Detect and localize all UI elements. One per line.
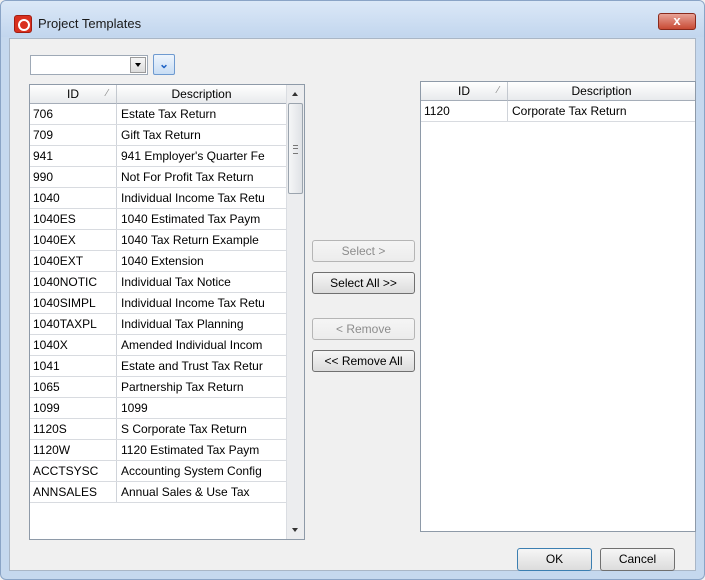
sort-indicator-icon: ⁄ — [106, 88, 108, 99]
cell-description: Accounting System Config — [121, 464, 262, 478]
column-header-description[interactable]: Description — [117, 85, 286, 104]
cell-id: 709 — [30, 125, 117, 145]
cell-description: Individual Income Tax Retu — [121, 296, 265, 310]
app-logo-icon — [14, 15, 32, 33]
cell-description: Partnership Tax Return — [121, 380, 244, 394]
cell-id: 1040SIMPL — [30, 293, 117, 313]
cell-description: Gift Tax Return — [121, 128, 201, 142]
cell-id: 1040NOTIC — [30, 272, 117, 292]
scrollbar-thumb[interactable] — [288, 103, 303, 194]
window-title: Project Templates — [38, 16, 142, 31]
cell-id: 1040X — [30, 335, 117, 355]
remove-all-button[interactable]: << Remove All — [312, 350, 415, 372]
table-row[interactable]: 1040EX 1040 Tax Return Example — [30, 230, 286, 251]
close-button[interactable]: x — [658, 13, 696, 30]
table-row[interactable]: 1040SIMPL Individual Income Tax Retu — [30, 293, 286, 314]
cell-description: 941 Employer's Quarter Fe — [121, 149, 265, 163]
cell-description: Amended Individual Incom — [121, 338, 263, 352]
table-row[interactable]: 1040EXT 1040 Extension — [30, 251, 286, 272]
cell-id: 990 — [30, 167, 117, 187]
cell-description: Individual Tax Notice — [121, 275, 231, 289]
column-header-description-label: Description — [571, 84, 632, 98]
select-all-button[interactable]: Select All >> — [312, 272, 415, 294]
cell-description: Estate and Trust Tax Retur — [121, 359, 263, 373]
cell-description: Annual Sales & Use Tax — [121, 485, 250, 499]
remove-button[interactable]: < Remove — [312, 318, 415, 340]
table-row[interactable]: 1120S S Corporate Tax Return — [30, 419, 286, 440]
column-header-description[interactable]: Description — [508, 82, 695, 101]
scroll-down-arrow-icon[interactable] — [287, 522, 304, 539]
cell-id: 1099 — [30, 398, 117, 418]
cell-description: 1040 Tax Return Example — [121, 233, 259, 247]
table-row[interactable]: 1041 Estate and Trust Tax Retur — [30, 356, 286, 377]
table-row[interactable]: 1065 Partnership Tax Return — [30, 377, 286, 398]
column-header-description-label: Description — [171, 87, 232, 101]
cell-id: 1065 — [30, 377, 117, 397]
table-row[interactable]: 1040 Individual Income Tax Retu — [30, 188, 286, 209]
cell-description: 1099 — [121, 401, 148, 415]
scroll-up-arrow-icon[interactable] — [287, 85, 304, 102]
select-button[interactable]: Select > — [312, 240, 415, 262]
table-row[interactable]: 1040TAXPL Individual Tax Planning — [30, 314, 286, 335]
double-chevron-down-icon: ⌄ — [158, 57, 170, 71]
sort-indicator-icon: ⁄ — [497, 85, 499, 96]
table-row[interactable]: 706 Estate Tax Return — [30, 104, 286, 125]
table-row[interactable]: 709 Gift Tax Return — [30, 125, 286, 146]
table-row[interactable]: 941 941 Employer's Quarter Fe — [30, 146, 286, 167]
cell-description: Individual Income Tax Retu — [121, 191, 265, 205]
column-header-id-label: ID — [67, 87, 79, 101]
vertical-scrollbar[interactable] — [286, 85, 304, 539]
cell-description: Estate Tax Return — [121, 107, 217, 121]
cell-description: 1040 Extension — [121, 254, 204, 268]
cell-id: 1120 — [421, 101, 508, 121]
table-row[interactable]: 1040X Amended Individual Incom — [30, 335, 286, 356]
available-templates-grid[interactable]: ID ⁄ Description 706 Estate Tax Return 709… — [29, 84, 305, 540]
cell-id: ANNSALES — [30, 482, 117, 502]
table-row[interactable]: 1120W 1120 Estimated Tax Paym — [30, 440, 286, 461]
cell-description: 1120 Estimated Tax Paym — [121, 443, 260, 457]
cell-id: 1120W — [30, 440, 117, 460]
grip-icon — [293, 145, 298, 154]
cell-description: 1040 Estimated Tax Paym — [121, 212, 261, 226]
table-row[interactable]: 1099 1099 — [30, 398, 286, 419]
cell-id: 706 — [30, 104, 117, 124]
cell-description: S Corporate Tax Return — [121, 422, 247, 436]
cell-id: 941 — [30, 146, 117, 166]
table-row[interactable]: 1040NOTIC Individual Tax Notice — [30, 272, 286, 293]
table-row[interactable]: 1120 Corporate Tax Return — [421, 101, 695, 122]
cell-id: 1120S — [30, 419, 117, 439]
ok-button[interactable]: OK — [517, 548, 592, 571]
selected-templates-grid[interactable]: ID ⁄ Description 1120 Corporate Tax Retur… — [420, 81, 696, 532]
column-header-id-label: ID — [458, 84, 470, 98]
table-row[interactable]: ACCTSYSC Accounting System Config — [30, 461, 286, 482]
table-row[interactable]: ANNSALES Annual Sales & Use Tax — [30, 482, 286, 503]
cell-id: 1041 — [30, 356, 117, 376]
table-row[interactable]: 990 Not For Profit Tax Return — [30, 167, 286, 188]
cell-id: ACCTSYSC — [30, 461, 117, 481]
cell-id: 1040EX — [30, 230, 117, 250]
cell-id: 1040TAXPL — [30, 314, 117, 334]
title-bar[interactable]: Project Templates x — [1, 1, 704, 37]
cell-description: Corporate Tax Return — [512, 104, 627, 118]
cell-id: 1040EXT — [30, 251, 117, 271]
cancel-button[interactable]: Cancel — [600, 548, 675, 571]
cell-description: Individual Tax Planning — [121, 317, 244, 331]
column-header-id[interactable]: ID ⁄ — [30, 85, 117, 104]
dropdown-arrow-icon[interactable] — [130, 57, 146, 73]
expand-button[interactable]: ⌄ — [153, 54, 175, 75]
cell-id: 1040ES — [30, 209, 117, 229]
cell-id: 1040 — [30, 188, 117, 208]
table-row[interactable]: 1040ES 1040 Estimated Tax Paym — [30, 209, 286, 230]
cell-description: Not For Profit Tax Return — [121, 170, 254, 184]
column-header-id[interactable]: ID ⁄ — [421, 82, 508, 101]
template-filter-combo[interactable] — [30, 55, 148, 75]
